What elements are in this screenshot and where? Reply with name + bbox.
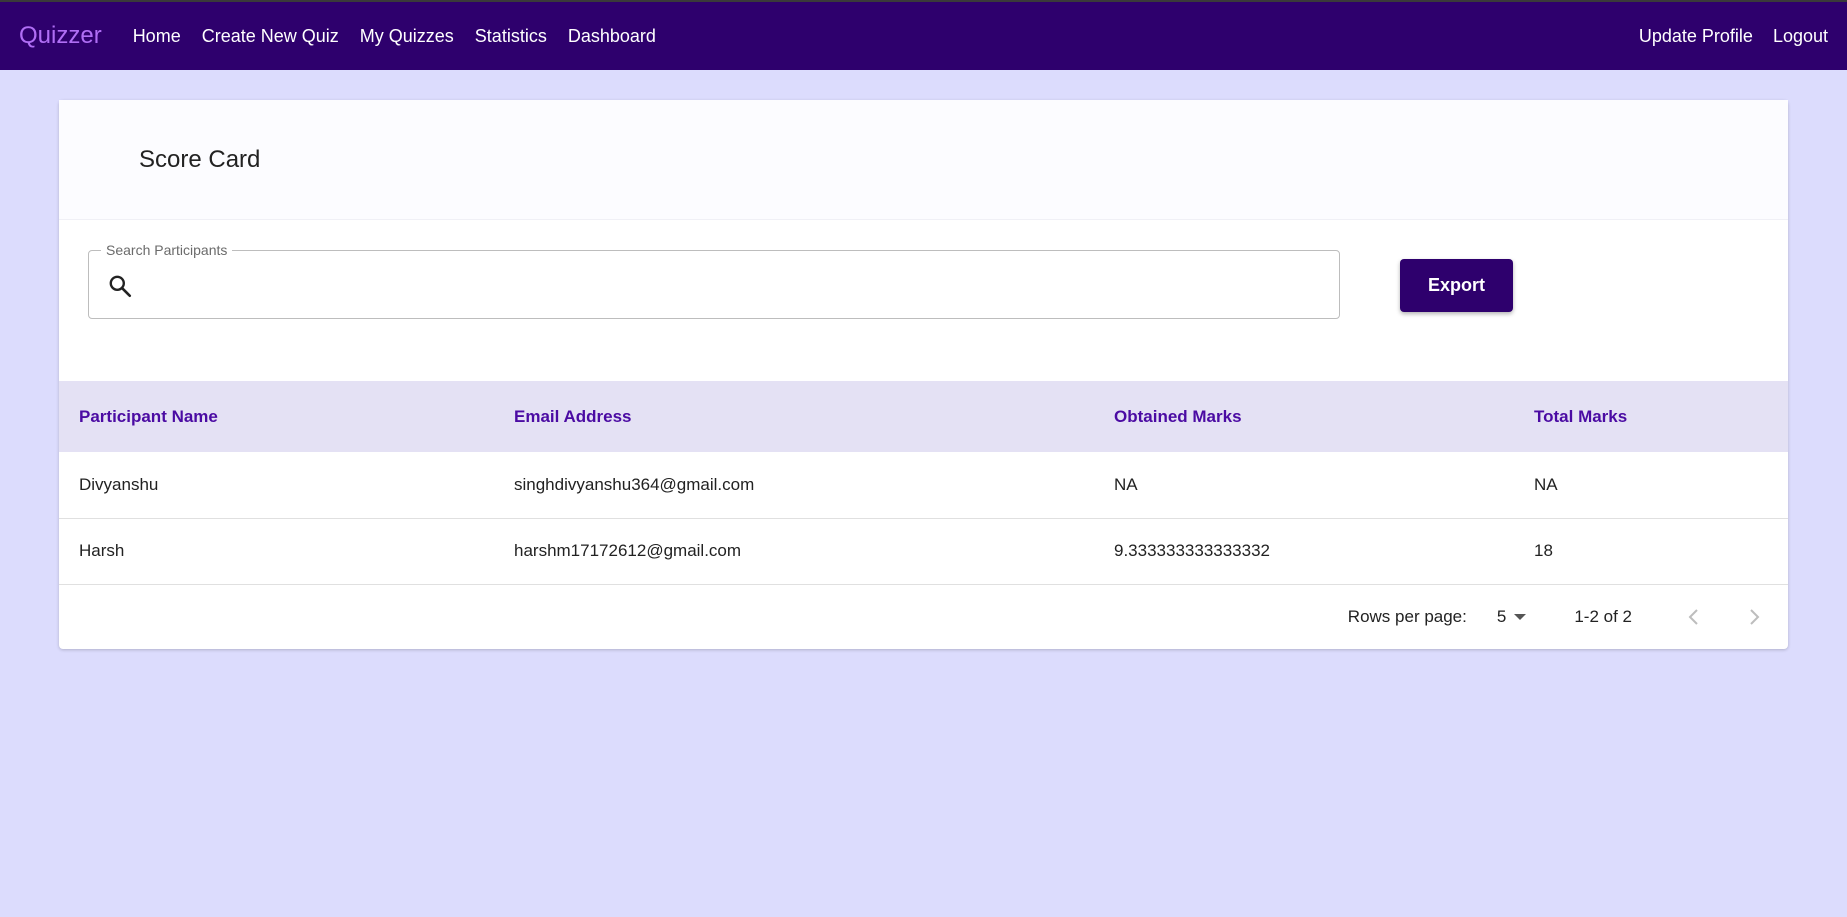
nav-logout[interactable]: Logout — [1773, 26, 1828, 47]
toolbar: Search Participants Export — [59, 220, 1788, 381]
nav-right-group: Update Profile Logout — [1619, 26, 1828, 47]
nav-statistics[interactable]: Statistics — [475, 26, 547, 47]
caret-down-icon — [1514, 613, 1527, 620]
cell-participant-name: Divyanshu — [79, 474, 159, 494]
header-total-marks[interactable]: Total Marks — [1514, 381, 1788, 452]
cell-email-address: singhdivyanshu364@gmail.com — [514, 474, 755, 494]
page-title: Score Card — [139, 145, 261, 173]
table-row[interactable]: Harsh harshm17172612@gmail.com 9.3333333… — [59, 518, 1788, 584]
rows-per-page-select[interactable]: 5 — [1496, 606, 1527, 627]
rows-per-page-label: Rows per page: — [1347, 606, 1467, 626]
nav-home[interactable]: Home — [133, 26, 181, 47]
participants-table: Participant Name Email Address Obtained … — [59, 381, 1788, 585]
nav-dashboard[interactable]: Dashboard — [568, 26, 656, 47]
nav-left-group: Quizzer Home Create New Quiz My Quizzes … — [19, 22, 677, 50]
search-field[interactable]: Search Participants — [88, 242, 1340, 319]
table-row[interactable]: Divyanshu singhdivyanshu364@gmail.com NA… — [59, 452, 1788, 518]
export-button[interactable]: Export — [1400, 259, 1513, 312]
pagination-range: 1-2 of 2 — [1574, 606, 1632, 626]
next-page-icon[interactable] — [1742, 605, 1766, 629]
nav-my-quizzes[interactable]: My Quizzes — [360, 26, 454, 47]
header-participant-name[interactable]: Participant Name — [59, 381, 494, 452]
previous-page-icon[interactable] — [1682, 605, 1706, 629]
cell-email-address: harshm17172612@gmail.com — [514, 541, 742, 560]
score-card-panel: Score Card Search Participants Export Pa… — [59, 100, 1788, 649]
search-icon — [109, 275, 132, 298]
header-email-address[interactable]: Email Address — [494, 381, 1094, 452]
cell-participant-name: Harsh — [79, 541, 125, 560]
rows-per-page-value: 5 — [1496, 606, 1507, 626]
nav-update-profile[interactable]: Update Profile — [1639, 26, 1753, 47]
card-header: Score Card — [59, 100, 1788, 220]
cell-total-marks: 18 — [1534, 541, 1553, 560]
table-pagination: Rows per page: 5 1-2 of 2 — [59, 585, 1788, 649]
table-header-row: Participant Name Email Address Obtained … — [59, 381, 1788, 452]
brand-logo[interactable]: Quizzer — [19, 22, 102, 50]
top-navbar: Quizzer Home Create New Quiz My Quizzes … — [0, 2, 1847, 70]
cell-obtained-marks: NA — [1114, 474, 1138, 494]
cell-total-marks: NA — [1534, 474, 1558, 494]
nav-create-new-quiz[interactable]: Create New Quiz — [202, 26, 339, 47]
search-label: Search Participants — [101, 242, 233, 258]
search-input[interactable] — [149, 261, 1327, 311]
cell-obtained-marks: 9.333333333333332 — [1114, 541, 1270, 560]
header-obtained-marks[interactable]: Obtained Marks — [1094, 381, 1514, 452]
